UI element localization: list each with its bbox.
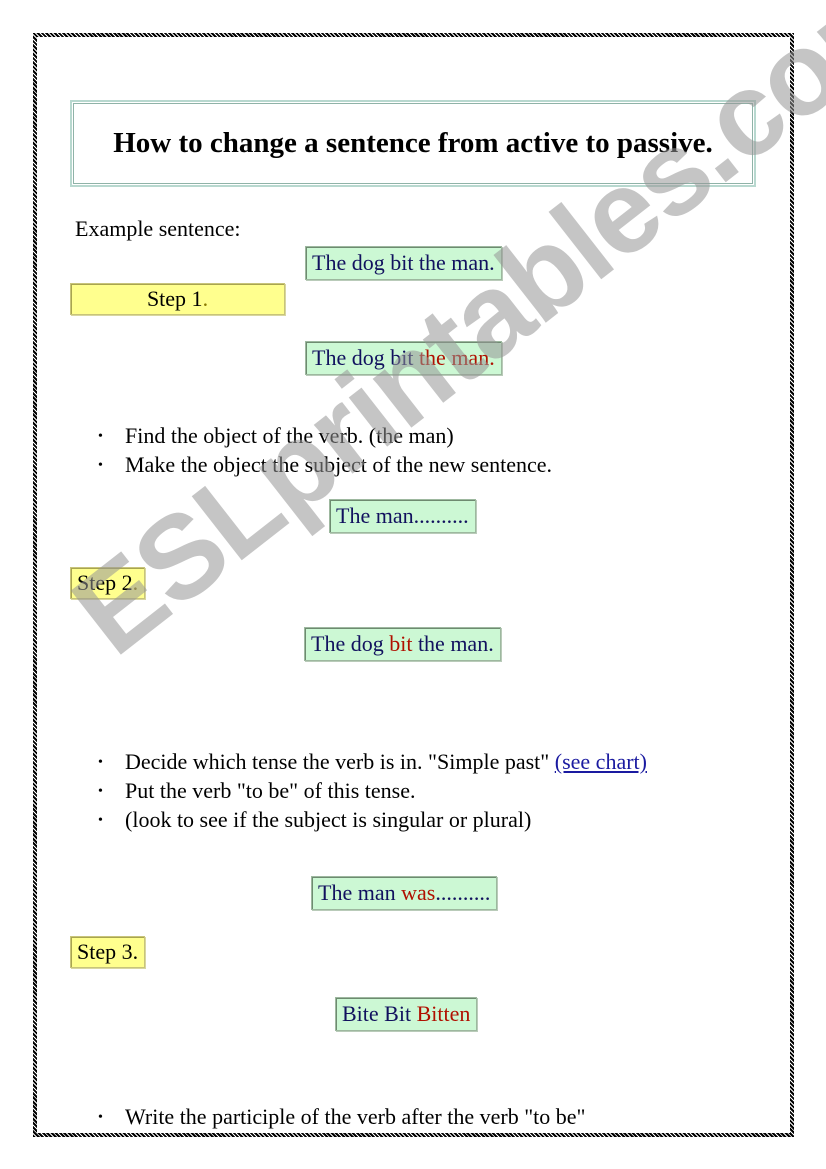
step1-sentence-part: The dog bit [312, 345, 419, 370]
step1-bullet: Make the object the subject of the new s… [70, 450, 552, 480]
step2-verb-highlight: bit [389, 631, 413, 656]
step1-result: The man.......... [336, 503, 469, 528]
page-border [33, 33, 794, 1137]
step2-bullet-list: Decide which tense the verb is in. "Simp… [70, 747, 647, 835]
step2-label: Step 2 [77, 570, 133, 595]
example-sentence: The dog bit the man. [312, 250, 495, 275]
step3-label: Step 3. [77, 939, 139, 964]
step2-result-box: The man was.......... [311, 876, 498, 910]
step2-bullet: (look to see if the subject is singular … [70, 805, 647, 835]
step3-bullet-list: Write the participle of the verb after t… [70, 1102, 586, 1132]
page-title: How to change a sentence from active to … [113, 127, 713, 159]
step2-bullet-text: Decide which tense the verb is in. "Simp… [125, 749, 555, 774]
see-chart-link[interactable]: (see chart) [555, 749, 647, 774]
step1-dot: . [202, 286, 209, 311]
step2-dot: . [132, 570, 139, 595]
step1-label: Step 1 [146, 286, 203, 311]
step1-bullet: Find the object of the verb. (the man) [70, 421, 552, 451]
step2-sentence-part: The dog [311, 631, 390, 656]
step2-result-part: The man [318, 880, 402, 905]
step1-sentence-box: The dog bit the man. [305, 341, 502, 375]
step2-bullet: Decide which tense the verb is in. "Simp… [70, 747, 647, 777]
step3-forms-box: Bite Bit Bitten [335, 997, 478, 1031]
step2-was-highlight: was [401, 880, 436, 905]
title-box: How to change a sentence from active to … [70, 100, 756, 187]
step1-label-box: Step 1. [70, 283, 285, 315]
step3-label-box: Step 3. [70, 936, 146, 968]
example-sentence-box: The dog bit the man. [305, 246, 502, 280]
step2-label-box: Step 2. [70, 567, 146, 599]
step3-participle-highlight: Bitten [416, 1001, 471, 1026]
step1-result-box: The man.......... [329, 499, 476, 533]
step2-sentence-box: The dog bit the man. [304, 627, 501, 661]
step3-forms: Bite Bit [342, 1001, 417, 1026]
example-label: Example sentence: [75, 216, 241, 241]
step3-bullet: Write the participle of the verb after t… [70, 1102, 586, 1132]
step1-object-highlight: the man. [418, 345, 495, 370]
step1-bullet-list: Find the object of the verb. (the man) M… [70, 421, 552, 480]
step2-sentence-part: the man. [412, 631, 494, 656]
step2-bullet: Put the verb "to be" of this tense. [70, 776, 647, 806]
step2-result-part: .......... [435, 880, 491, 905]
